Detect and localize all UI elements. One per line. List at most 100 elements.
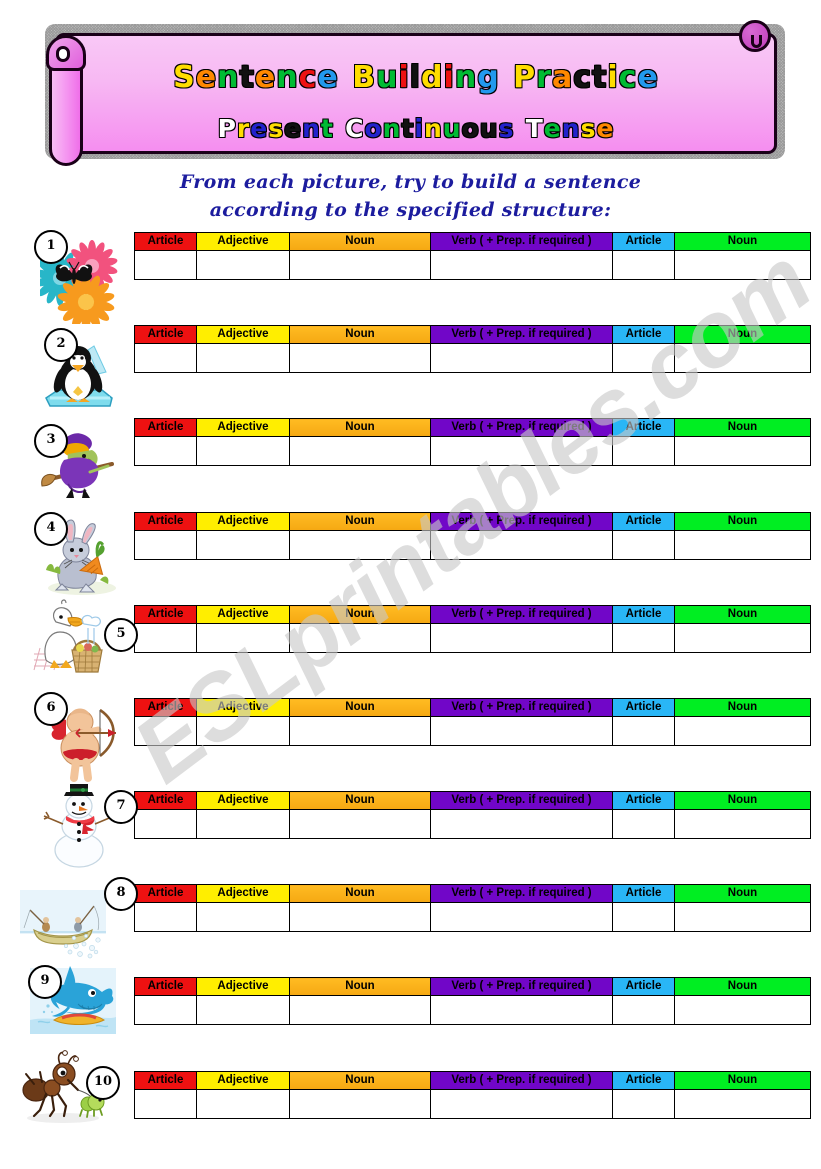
answer-cell-article-2[interactable] [612,716,675,746]
table-answer-row[interactable] [134,623,811,653]
worksheet-title: Sentence Building Practice [173,60,659,95]
table-answer-row[interactable] [134,716,811,746]
answer-cell-noun-2[interactable] [674,1089,811,1119]
answer-cell-article-2[interactable] [612,995,675,1025]
answer-cell-verb[interactable] [430,995,613,1025]
answer-cell-noun-1[interactable] [289,809,431,839]
table-answer-row[interactable] [134,809,811,839]
answer-cell-article-1[interactable] [134,716,197,746]
table-header-row: Article Adjective Noun Verb ( + Prep. if re… [134,884,811,903]
answer-cell-noun-2[interactable] [674,902,811,932]
table-answer-row[interactable] [134,436,811,466]
header-verb: Verb ( + Prep. if required ) [430,418,613,437]
table-header-row: Article Adjective Noun Verb ( + Prep. if re… [134,698,811,717]
answer-cell-verb[interactable] [430,250,613,280]
answer-cell-noun-1[interactable] [289,902,431,932]
answer-cell-adjective[interactable] [196,995,290,1025]
table-header-row: Article Adjective Noun Verb ( + Prep. if re… [134,977,811,996]
answer-cell-adjective[interactable] [196,250,290,280]
answer-cell-noun-1[interactable] [289,250,431,280]
header-noun-1: Noun [289,977,431,996]
header-verb: Verb ( + Prep. if required ) [430,1071,613,1090]
answer-cell-article-2[interactable] [612,623,675,653]
answer-cell-verb[interactable] [430,902,613,932]
answer-cell-article-2[interactable] [612,250,675,280]
answer-cell-noun-1[interactable] [289,1089,431,1119]
answer-cell-adjective[interactable] [196,343,290,373]
answer-cell-noun-2[interactable] [674,995,811,1025]
header-adjective: Adjective [196,605,290,624]
answer-cell-verb[interactable] [430,343,613,373]
answer-cell-verb[interactable] [430,809,613,839]
answer-cell-noun-2[interactable] [674,716,811,746]
answer-cell-article-1[interactable] [134,1089,197,1119]
table-answer-row[interactable] [134,343,811,373]
sentence-structure-table-10: Article Adjective Noun Verb ( + Prep. if re… [134,1071,811,1119]
header-noun-1: Noun [289,1071,431,1090]
answer-cell-article-1[interactable] [134,250,197,280]
header-noun-1: Noun [289,791,431,810]
sentence-structure-table-2: Article Adjective Noun Verb ( + Prep. if re… [134,325,811,373]
answer-cell-article-1[interactable] [134,436,197,466]
table-answer-row[interactable] [134,530,811,560]
answer-cell-adjective[interactable] [196,902,290,932]
answer-cell-article-1[interactable] [134,623,197,653]
answer-cell-article-2[interactable] [612,343,675,373]
header-adjective: Adjective [196,232,290,251]
answer-cell-noun-1[interactable] [289,436,431,466]
header-verb: Verb ( + Prep. if required ) [430,605,613,624]
answer-cell-noun-1[interactable] [289,623,431,653]
sentence-structure-table-7: Article Adjective Noun Verb ( + Prep. if re… [134,791,811,839]
header-noun-1: Noun [289,512,431,531]
table-header-row: Article Adjective Noun Verb ( + Prep. if re… [134,512,811,531]
header-article-2: Article [612,698,675,717]
header-verb: Verb ( + Prep. if required ) [430,698,613,717]
answer-cell-noun-2[interactable] [674,530,811,560]
header-verb: Verb ( + Prep. if required ) [430,884,613,903]
answer-cell-verb[interactable] [430,1089,613,1119]
header-noun-2: Noun [674,232,811,251]
answer-cell-noun-2[interactable] [674,436,811,466]
answer-cell-article-1[interactable] [134,530,197,560]
header-article-2: Article [612,418,675,437]
answer-cell-article-1[interactable] [134,343,197,373]
answer-cell-noun-1[interactable] [289,343,431,373]
header-noun-2: Noun [674,512,811,531]
header-article-2: Article [612,512,675,531]
answer-cell-adjective[interactable] [196,530,290,560]
header-article-2: Article [612,1071,675,1090]
answer-cell-article-2[interactable] [612,902,675,932]
answer-cell-article-2[interactable] [612,530,675,560]
answer-cell-article-1[interactable] [134,995,197,1025]
answer-cell-article-2[interactable] [612,436,675,466]
scroll-curl-left-icon [46,35,86,71]
table-header-row: Article Adjective Noun Verb ( + Prep. if re… [134,418,811,437]
answer-cell-noun-2[interactable] [674,250,811,280]
answer-cell-noun-2[interactable] [674,809,811,839]
exercise-number-1: 1 [34,230,68,264]
answer-cell-adjective[interactable] [196,623,290,653]
answer-cell-article-1[interactable] [134,809,197,839]
answer-cell-adjective[interactable] [196,436,290,466]
answer-cell-verb[interactable] [430,623,613,653]
people-fishing-in-boat-image [20,880,106,964]
answer-cell-noun-2[interactable] [674,343,811,373]
answer-cell-noun-1[interactable] [289,716,431,746]
answer-cell-article-2[interactable] [612,1089,675,1119]
answer-cell-adjective[interactable] [196,809,290,839]
table-answer-row[interactable] [134,902,811,932]
table-answer-row[interactable] [134,995,811,1025]
answer-cell-adjective[interactable] [196,716,290,746]
answer-cell-noun-1[interactable] [289,530,431,560]
answer-cell-article-1[interactable] [134,902,197,932]
table-answer-row[interactable] [134,1089,811,1119]
answer-cell-article-2[interactable] [612,809,675,839]
answer-cell-verb[interactable] [430,530,613,560]
header-verb: Verb ( + Prep. if required ) [430,512,613,531]
answer-cell-verb[interactable] [430,436,613,466]
answer-cell-verb[interactable] [430,716,613,746]
answer-cell-noun-1[interactable] [289,995,431,1025]
answer-cell-noun-2[interactable] [674,623,811,653]
table-answer-row[interactable] [134,250,811,280]
answer-cell-adjective[interactable] [196,1089,290,1119]
